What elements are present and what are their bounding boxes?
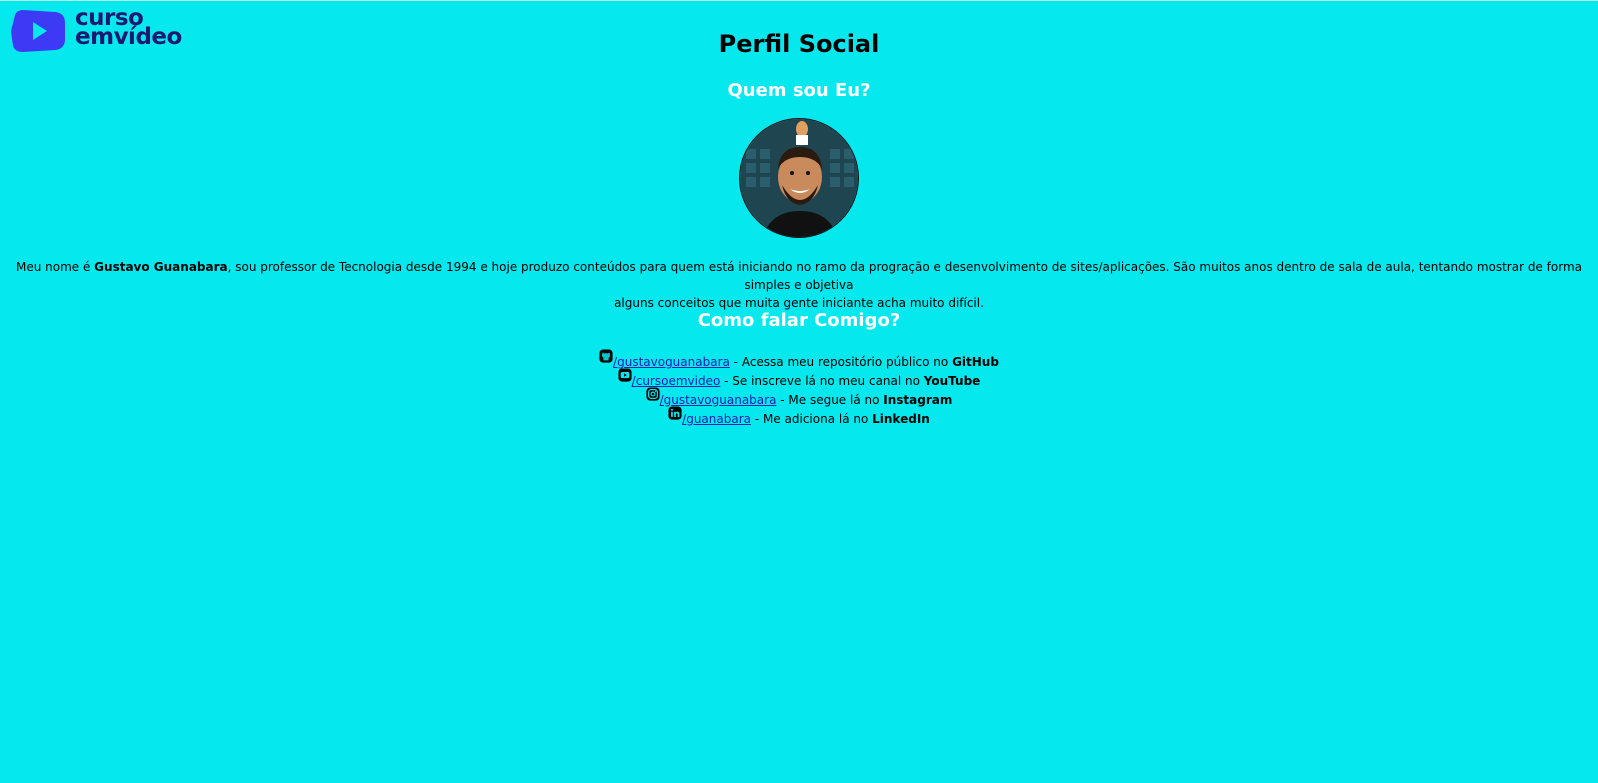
social-links: /gustavoguanabara - Acessa meu repositór… <box>0 349 1598 426</box>
top-border <box>0 0 1598 1</box>
instagram-link[interactable]: /gustavoguanabara <box>660 393 777 407</box>
linkedin-link[interactable]: /guanabara <box>682 412 751 426</box>
bio-name: Gustavo Guanabara <box>94 260 228 274</box>
contact-heading: Como falar Comigo? <box>697 310 901 331</box>
bio-text: Meu nome é Gustavo Guanabara, sou profes… <box>12 258 1586 312</box>
github-link[interactable]: /gustavoguanabara <box>613 355 730 369</box>
youtube-link[interactable]: /cursoemvideo <box>632 374 721 388</box>
linkedin-desc: - Me adiciona lá no <box>751 412 873 426</box>
instagram-platform: Instagram <box>883 393 953 407</box>
link-row-github: /gustavoguanabara - Acessa meu repositór… <box>0 349 1598 369</box>
linkedin-platform: LinkedIn <box>872 412 930 426</box>
instagram-desc: - Me segue lá no <box>776 393 884 407</box>
youtube-icon <box>618 368 632 382</box>
link-row-linkedin: /guanabara - Me adiciona lá no LinkedIn <box>0 406 1598 426</box>
page-title: Perfil Social <box>718 30 880 58</box>
youtube-platform: YouTube <box>923 374 981 388</box>
avatar-photo <box>740 119 858 237</box>
youtube-desc: - Se inscreve lá no meu canal no <box>720 374 924 388</box>
bio-line-1: , sou professor de Tecnologia desde 1994… <box>227 260 1582 292</box>
github-icon <box>599 349 613 363</box>
github-platform: GitHub <box>952 355 999 369</box>
link-row-instagram: /gustavoguanabara - Me segue lá no Insta… <box>0 387 1598 407</box>
link-row-youtube: /cursoemvideo - Se inscreve lá no meu ca… <box>0 368 1598 388</box>
github-desc: - Acessa meu repositório público no <box>729 355 953 369</box>
bio-prefix: Meu nome é <box>15 260 95 274</box>
linkedin-icon <box>668 406 682 420</box>
avatar <box>739 118 859 238</box>
bio-line-2: alguns conceitos que muita gente inician… <box>614 296 984 310</box>
instagram-icon <box>646 387 660 401</box>
about-heading: Quem sou Eu? <box>727 80 871 101</box>
